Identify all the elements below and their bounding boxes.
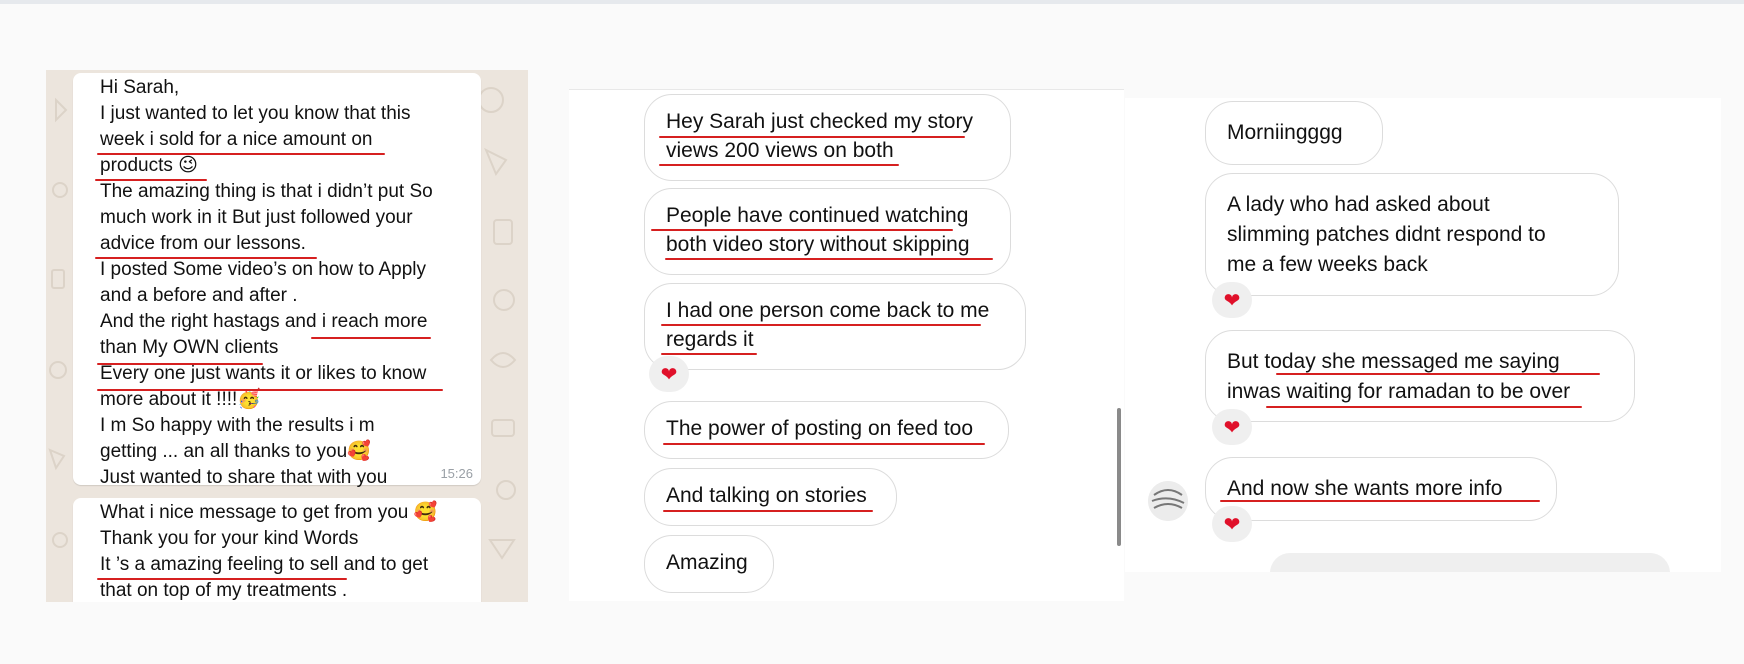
underline-mark <box>661 353 757 355</box>
message-line: getting ... an all thanks to you🥰 <box>100 441 371 462</box>
underline-mark <box>1266 406 1582 408</box>
received-message-bubble[interactable]: Hi Sarah, I just wanted to let you know … <box>73 73 481 488</box>
message-bubble[interactable]: I had one person come back to me regards… <box>644 283 1026 370</box>
avatar-image <box>1148 481 1188 521</box>
message-line: both video story without skipping <box>666 233 970 256</box>
message-line: And now she wants more info <box>1227 477 1503 500</box>
whatsapp-chat-panel: Hi Sarah, I just wanted to let you know … <box>46 70 528 602</box>
heart-reaction-icon[interactable]: ❤ <box>1212 506 1252 542</box>
message-line: that on top of my treatments . <box>100 580 348 601</box>
underline-mark <box>661 324 981 326</box>
underline-mark <box>97 363 263 365</box>
message-line: Hi Sarah, <box>100 77 180 98</box>
underline-mark <box>659 164 899 166</box>
underline-mark <box>95 257 317 259</box>
message-bubble[interactable]: And now she wants more info <box>1205 457 1557 521</box>
message-line: advice from our lessons. <box>100 233 306 254</box>
message-bubble[interactable]: A lady who had asked about slimming patc… <box>1205 173 1619 296</box>
message-line: A lady who had asked about <box>1227 193 1490 216</box>
heart-reaction-icon[interactable]: ❤ <box>1212 409 1252 445</box>
message-line: And the right hastags and i reach more <box>100 311 428 332</box>
message-bubble[interactable]: People have continued watching both vide… <box>644 188 1011 275</box>
message-bubble[interactable]: Amazing <box>644 535 774 593</box>
message-line: The power of posting on feed too <box>666 417 974 440</box>
underline-mark <box>97 389 443 391</box>
message-line: People have continued watching <box>666 204 969 227</box>
underline-mark <box>663 510 873 512</box>
sent-message-bubble[interactable]: What i nice message to get from you 🥰 Th… <box>73 498 481 602</box>
underline-mark <box>311 337 431 339</box>
underline-mark <box>95 179 207 181</box>
message-line: and a before and after . <box>100 285 298 306</box>
message-timestamp: 15:26 <box>440 466 473 481</box>
message-line: inwas waiting for ramadan to be over <box>1227 380 1571 403</box>
message-line: Thank you for your kind Words <box>100 528 359 549</box>
message-line: than My OWN clients <box>100 337 279 358</box>
message-line: And talking on stories <box>666 484 867 507</box>
message-line: What i nice message to get from you 🥰 <box>100 502 438 523</box>
message-line: I just wanted to let you know that this <box>100 103 411 124</box>
message-line: views 200 views on both <box>666 139 894 162</box>
message-line: It ’s a amazing feeling to sell and to g… <box>100 554 429 575</box>
message-bubble[interactable]: The power of posting on feed too <box>644 401 1009 459</box>
avatar[interactable] <box>1148 481 1188 521</box>
instagram-dm-panel-left: Hey Sarah just checked my story views 20… <box>569 89 1124 601</box>
message-line: But today she messaged me saying <box>1227 350 1560 373</box>
message-line: me a few weeks back <box>1227 253 1428 276</box>
heart-reaction-icon[interactable]: ❤ <box>1212 282 1252 318</box>
heart-reaction-icon[interactable]: ❤ <box>649 356 689 392</box>
message-bubble[interactable]: And talking on stories <box>644 468 897 526</box>
message-line: Just wanted to share that with you <box>100 467 388 488</box>
message-line: I posted Some video’s on how to Apply <box>100 259 427 280</box>
underline-mark <box>663 443 985 445</box>
message-line: week i sold for a nice amount on <box>100 129 373 150</box>
message-line: regards it <box>666 328 754 351</box>
underline-mark <box>1276 373 1600 375</box>
message-line: Morniingggg <box>1227 121 1343 144</box>
message-line: much work in it But just followed your <box>100 207 413 228</box>
message-line: The amazing thing is that i didn’t put S… <box>100 181 433 202</box>
underline-mark <box>665 258 993 260</box>
message-bubble[interactable]: But today she messaged me saying inwas w… <box>1205 330 1635 422</box>
message-line: slimming patches didnt respond to <box>1227 223 1546 246</box>
message-line: products 😉 <box>100 155 198 176</box>
underline-mark <box>97 153 385 155</box>
top-border <box>0 0 1744 4</box>
message-line: I m So happy with the results i m <box>100 415 375 436</box>
message-line: I had one person come back to me <box>666 299 990 322</box>
underline-mark <box>651 229 953 231</box>
message-line: Amazing <box>666 551 748 574</box>
message-line: Hey Sarah just checked my story <box>666 110 973 133</box>
message-bubble[interactable]: Morniingggg <box>1205 101 1383 165</box>
instagram-dm-panel-right: Morniingggg A lady who had asked about s… <box>1125 98 1721 572</box>
scrollbar[interactable] <box>1117 408 1121 546</box>
message-bubble[interactable]: Hey Sarah just checked my story views 20… <box>644 94 1011 181</box>
underline-mark <box>97 578 347 580</box>
underline-mark <box>659 136 965 138</box>
underline-mark <box>1220 500 1540 502</box>
partial-message-bubble <box>1270 553 1670 572</box>
